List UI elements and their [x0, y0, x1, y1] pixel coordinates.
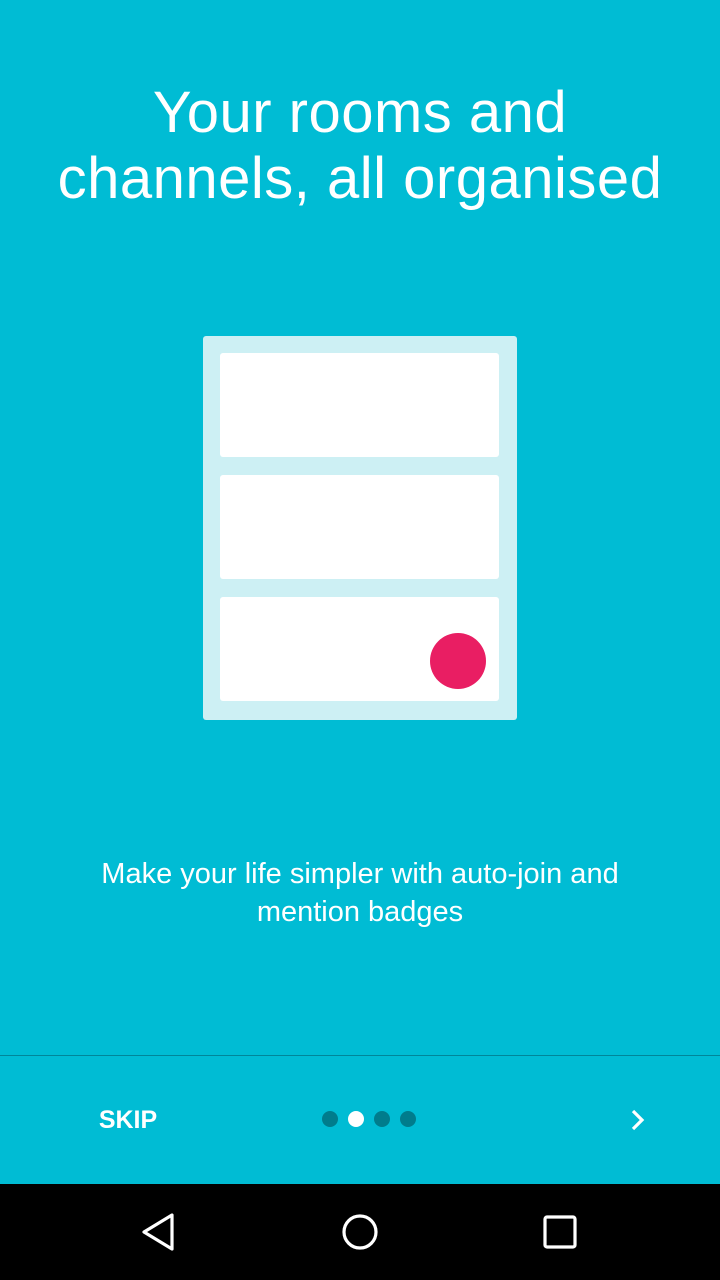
- mention-badge-dot: [430, 633, 486, 689]
- page-dot-4: [400, 1111, 416, 1127]
- system-navigation-bar: [0, 1184, 720, 1280]
- next-button[interactable]: [608, 1090, 668, 1150]
- circle-home-icon: [342, 1214, 378, 1250]
- page-dot-2-active: [348, 1111, 364, 1127]
- square-recents-icon: [543, 1215, 577, 1249]
- page-indicator: [322, 1111, 416, 1127]
- page-description: Make your life simpler with auto-join an…: [101, 858, 619, 928]
- skip-button[interactable]: SKIP: [70, 1090, 186, 1150]
- onboarding-screen: Your rooms and channels, all organised M…: [0, 0, 720, 1280]
- chevron-right-icon: [631, 1109, 645, 1131]
- page-dot-3: [374, 1111, 390, 1127]
- nav-back-button[interactable]: [130, 1202, 190, 1262]
- triangle-back-icon: [142, 1213, 174, 1251]
- room-list-illustration: [203, 336, 517, 720]
- illustration-card: [220, 353, 499, 457]
- nav-home-button[interactable]: [330, 1202, 390, 1262]
- illustration-card: [220, 475, 499, 579]
- nav-recents-button[interactable]: [530, 1202, 590, 1262]
- page-dot-1: [322, 1111, 338, 1127]
- page-title: Your rooms and channels, all organised: [57, 80, 663, 211]
- footer-divider: [0, 1055, 720, 1056]
